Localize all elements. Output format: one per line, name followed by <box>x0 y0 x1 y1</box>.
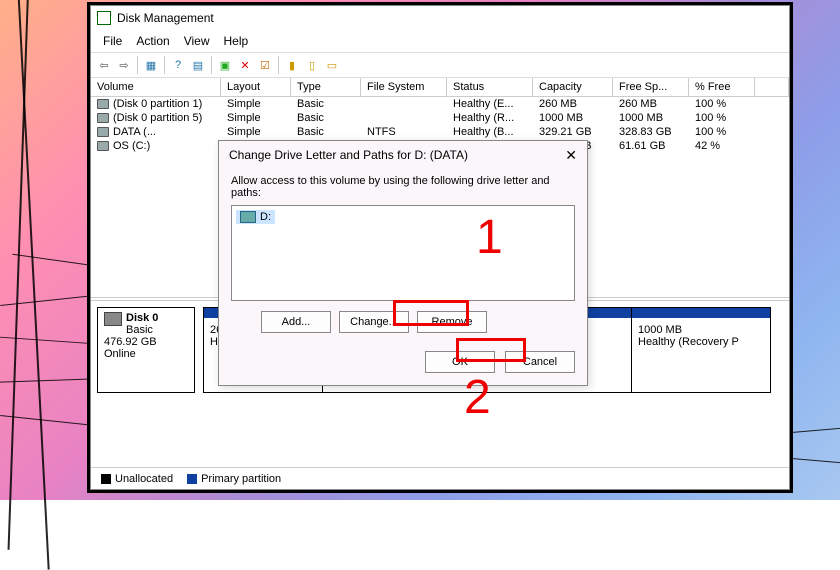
col-filesystem[interactable]: File System <box>361 78 447 96</box>
titlebar[interactable]: Disk Management <box>91 6 789 30</box>
refresh-icon[interactable]: ▣ <box>216 56 234 74</box>
cancel-button[interactable]: Cancel <box>505 351 575 373</box>
new-icon[interactable]: ▮ <box>283 56 301 74</box>
volume-icon <box>97 99 109 109</box>
table-row[interactable]: DATA (...SimpleBasicNTFSHealthy (B...329… <box>91 125 789 139</box>
volume-list-header: Volume Layout Type File System Status Ca… <box>91 78 789 97</box>
disk-icon <box>104 312 122 326</box>
dialog-title: Change Drive Letter and Paths for D: (DA… <box>229 148 468 162</box>
close-icon[interactable]: ✕ <box>565 147 577 164</box>
legend-primary-swatch <box>187 474 197 484</box>
col-volume[interactable]: Volume <box>91 78 221 96</box>
volume-icon <box>97 141 109 151</box>
window-title: Disk Management <box>117 11 214 25</box>
help-icon[interactable]: ? <box>169 56 187 74</box>
menu-file[interactable]: File <box>97 32 128 50</box>
toolbar: ⇦ ⇨ ▦ ? ▤ ▣ ✕ ☑ ▮ ▯ ▭ <box>91 52 789 78</box>
menubar: File Action View Help <box>91 30 789 52</box>
disk-name: Disk 0 <box>126 312 158 324</box>
col-capacity[interactable]: Capacity <box>533 78 613 96</box>
col-status[interactable]: Status <box>447 78 533 96</box>
dialog-message: Allow access to this volume by using the… <box>231 175 575 199</box>
forward-icon[interactable]: ⇨ <box>115 56 133 74</box>
check-icon[interactable]: ☑ <box>256 56 274 74</box>
table-row[interactable]: (Disk 0 partition 5)SimpleBasicHealthy (… <box>91 111 789 125</box>
app-icon <box>97 11 111 25</box>
disk-status: Online <box>104 348 136 360</box>
table-row[interactable]: (Disk 0 partition 1)SimpleBasicHealthy (… <box>91 97 789 111</box>
add-button[interactable]: Add... <box>261 311 331 333</box>
menu-view[interactable]: View <box>178 32 216 50</box>
menu-help[interactable]: Help <box>218 32 255 50</box>
partition[interactable]: 1000 MBHealthy (Recovery P <box>631 307 771 393</box>
legend-unallocated-swatch <box>101 474 111 484</box>
legend-unallocated-label: Unallocated <box>115 473 173 485</box>
drive-letter-label: D: <box>260 211 271 223</box>
disk-size: 476.92 GB <box>104 336 157 348</box>
drive-icon <box>240 211 256 223</box>
col-pctfree[interactable]: % Free <box>689 78 755 96</box>
list-icon[interactable]: ▭ <box>323 56 341 74</box>
volume-icon <box>97 127 109 137</box>
disk-type: Basic <box>126 324 153 336</box>
ok-button[interactable]: OK <box>425 351 495 373</box>
change-drive-letter-dialog: Change Drive Letter and Paths for D: (DA… <box>218 140 588 386</box>
disk-card[interactable]: Disk 0 Basic 476.92 GB Online <box>97 307 195 393</box>
up-icon[interactable]: ▦ <box>142 56 160 74</box>
col-layout[interactable]: Layout <box>221 78 291 96</box>
delete-icon[interactable]: ✕ <box>236 56 254 74</box>
legend-primary-label: Primary partition <box>201 473 281 485</box>
col-spacer <box>755 78 789 96</box>
properties-icon[interactable]: ▤ <box>189 56 207 74</box>
legend: Unallocated Primary partition <box>91 467 789 489</box>
change-button[interactable]: Change... <box>339 311 409 333</box>
menu-action[interactable]: Action <box>130 32 175 50</box>
col-type[interactable]: Type <box>291 78 361 96</box>
drive-letter-list[interactable]: D: <box>231 205 575 301</box>
list-item[interactable]: D: <box>236 210 275 224</box>
back-icon[interactable]: ⇦ <box>95 56 113 74</box>
remove-button[interactable]: Remove <box>417 311 487 333</box>
volume-icon <box>97 113 109 123</box>
settings-icon[interactable]: ▯ <box>303 56 321 74</box>
dialog-titlebar[interactable]: Change Drive Letter and Paths for D: (DA… <box>219 141 587 169</box>
col-freespace[interactable]: Free Sp... <box>613 78 689 96</box>
